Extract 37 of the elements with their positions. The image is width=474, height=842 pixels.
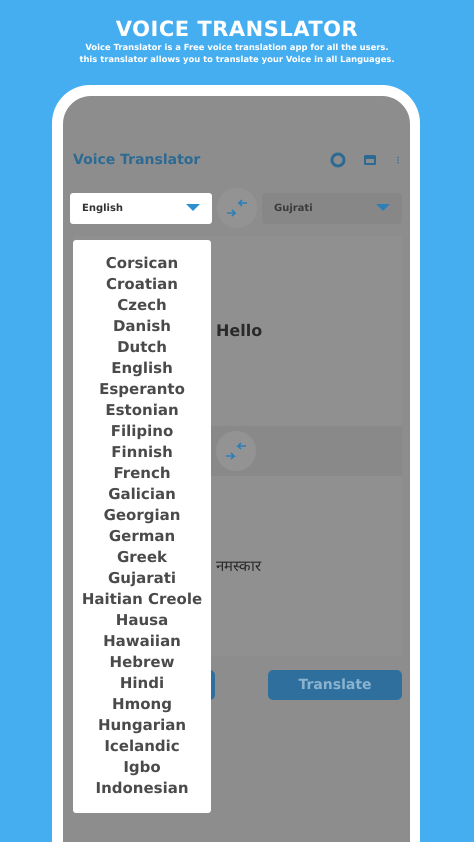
language-option[interactable]: Estonian bbox=[73, 400, 211, 422]
language-option[interactable]: Indonesian bbox=[73, 778, 211, 800]
language-option[interactable]: Haitian Creole bbox=[73, 589, 211, 610]
language-label: Gujrati bbox=[274, 202, 313, 216]
input-text: Hello bbox=[216, 320, 262, 342]
language-option[interactable]: Icelandic bbox=[73, 736, 211, 758]
language-option[interactable]: Igbo bbox=[73, 757, 211, 778]
language-option[interactable]: Esperanto bbox=[73, 379, 211, 400]
caret-icon bbox=[376, 204, 390, 212]
source-language-dropdown[interactable]: English bbox=[70, 192, 212, 224]
language-option[interactable]: Croatian bbox=[73, 274, 211, 296]
description-text: Voice Translator is a Free voice translation app for all the users. bbox=[84, 41, 390, 54]
language-label: English bbox=[82, 202, 124, 216]
language-option[interactable]: Hawaiian bbox=[73, 631, 211, 652]
output-text: नमस्कार bbox=[216, 556, 261, 578]
caret-icon bbox=[186, 204, 200, 212]
language-option[interactable]: Hungarian bbox=[73, 715, 211, 736]
aperture-icon[interactable] bbox=[330, 152, 346, 168]
language-option[interactable]: Hausa bbox=[73, 610, 211, 632]
language-option[interactable]: Finnish bbox=[73, 442, 211, 464]
language-option[interactable]: Hindi bbox=[73, 673, 211, 694]
language-option[interactable]: Greek bbox=[73, 547, 211, 568]
language-option[interactable]: Danish bbox=[73, 316, 211, 338]
app-title: Voice Translator bbox=[73, 150, 202, 170]
language-option[interactable]: Galician bbox=[73, 484, 211, 506]
description-text: this translator allows you to translate your Voice in all Languages. bbox=[78, 53, 396, 66]
language-option[interactable]: Corsican bbox=[73, 253, 211, 274]
language-option[interactable]: French bbox=[73, 463, 211, 484]
language-option[interactable]: English bbox=[73, 358, 211, 380]
language-option[interactable]: Dutch bbox=[73, 337, 211, 358]
page-title: VOICE TRANSLATOR bbox=[114, 16, 360, 42]
language-option[interactable]: German bbox=[73, 526, 211, 548]
language-option[interactable]: Gujarati bbox=[73, 568, 211, 590]
language-option[interactable]: Czech bbox=[73, 295, 211, 316]
language-option[interactable]: Hebrew bbox=[73, 652, 211, 674]
language-option[interactable]: Georgian bbox=[73, 505, 211, 526]
language-option[interactable]: Hmong bbox=[73, 694, 211, 716]
